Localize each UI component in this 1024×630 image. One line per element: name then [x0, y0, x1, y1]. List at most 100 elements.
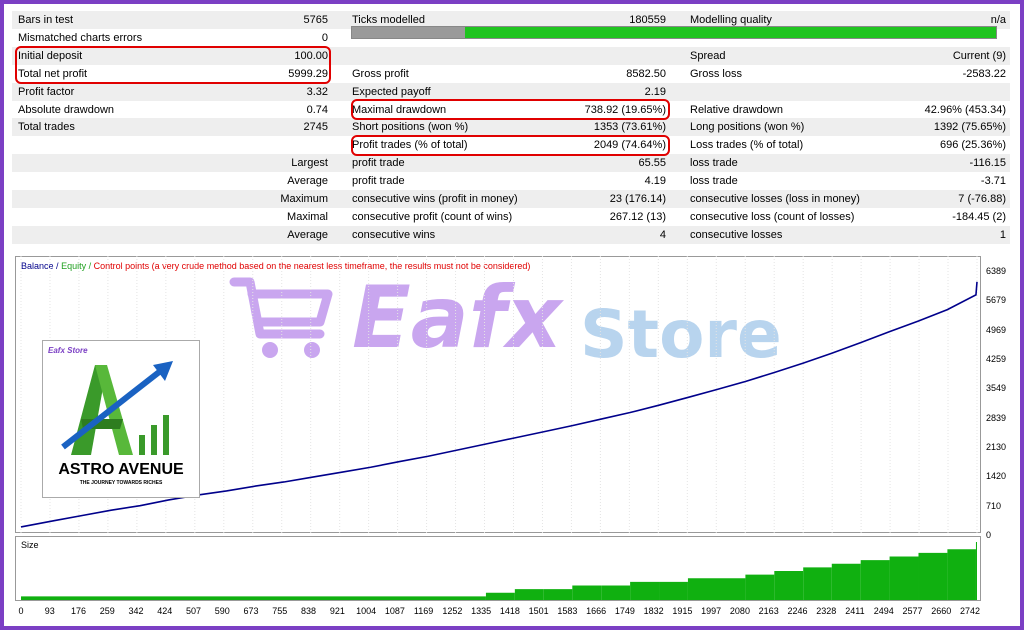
- stat-label: Gross profit: [352, 67, 409, 80]
- x-tick-label: 1832: [643, 606, 664, 616]
- size-histogram: [21, 542, 977, 600]
- stat-label: loss trade: [690, 175, 738, 188]
- stat-value: Average: [287, 228, 328, 241]
- x-tick-label: 590: [214, 606, 230, 616]
- x-tick-label: 1004: [356, 606, 377, 616]
- stat-value: 65.55: [638, 157, 666, 170]
- stat-label: Mismatched charts errors: [18, 31, 143, 44]
- stat-label: Total trades: [18, 121, 75, 134]
- stats-row: Average consecutive wins 4 consecutive loss…: [12, 225, 1010, 244]
- x-tick-label: 1418: [499, 606, 520, 616]
- x-tick-label: 921: [329, 606, 345, 616]
- stat-label: profit trade: [352, 157, 405, 170]
- size-bar: [514, 589, 544, 600]
- x-tick-label: 1252: [442, 606, 463, 616]
- stat-value: 0: [321, 31, 328, 44]
- x-tick-label: 1087: [384, 606, 405, 616]
- size-bar: [745, 574, 775, 600]
- x-tick-label: 176: [70, 606, 87, 616]
- stat-value: 42.96% (453.34): [924, 103, 1006, 116]
- stat-label: consecutive losses (loss in money): [690, 193, 860, 205]
- x-tick-label: 1666: [586, 606, 607, 616]
- y-tick-label: 3549: [986, 383, 1007, 394]
- stats-row: Profit factor 3.32 Expected payoff 2.19: [12, 82, 1010, 101]
- size-bar: [831, 563, 861, 600]
- y-tick-label: 4259: [986, 354, 1007, 364]
- x-tick-label: 507: [186, 606, 202, 616]
- logo-tagline: THE JOURNEY TOWARDS RICHES: [79, 480, 163, 486]
- highlight-deposit-profit: [15, 46, 331, 84]
- stat-value: Maximal: [287, 210, 328, 223]
- y-tick-label: 2130: [986, 442, 1007, 452]
- size-bar: [716, 578, 746, 600]
- stat-label: Modelling quality: [690, 14, 772, 26]
- x-tick-label: 1583: [557, 606, 578, 616]
- x-tick-label: 259: [99, 606, 115, 616]
- x-tick-label: 673: [243, 606, 259, 616]
- size-label: Size: [21, 540, 39, 550]
- x-tick-label: 1501: [528, 606, 549, 616]
- stat-label: Loss trades (% of total): [690, 139, 804, 152]
- stat-value: 0.74: [306, 103, 328, 116]
- highlight-maximal-drawdown: [351, 99, 670, 120]
- logo-brand: Eafx Store: [48, 346, 88, 355]
- x-tick-label: 1997: [701, 606, 722, 616]
- stat-value: n/a: [990, 14, 1006, 26]
- x-tick-label: 2163: [758, 606, 779, 616]
- stat-label: loss trade: [690, 157, 738, 170]
- y-tick-label: 5679: [986, 295, 1007, 306]
- stat-value: 23 (176.14): [609, 193, 666, 205]
- astro-avenue-mark-icon: [61, 361, 173, 455]
- x-tick-label: 2742: [959, 606, 981, 616]
- x-tick-label: 838: [301, 606, 317, 616]
- size-bar: [601, 585, 631, 600]
- size-bar: [659, 581, 688, 600]
- x-tick-label: 342: [128, 606, 144, 616]
- x-tick-label: 1915: [672, 606, 693, 616]
- stat-label: Absolute drawdown: [18, 103, 115, 116]
- x-tick-label: 2577: [902, 606, 923, 616]
- stat-value: -116.15: [969, 157, 1007, 170]
- size-bar: [543, 589, 573, 600]
- size-bar: [485, 592, 515, 600]
- stat-value: 1353 (73.61%): [593, 121, 666, 134]
- x-tick-label: 2328: [816, 606, 837, 616]
- size-bar: [860, 560, 890, 600]
- stats-row: Total trades 2745 Short positions (won %) 1…: [12, 118, 1010, 137]
- stat-value: -184.45 (2): [952, 210, 1006, 223]
- stat-value: Maximum: [280, 193, 328, 205]
- stat-label: consecutive profit (count of wins): [352, 210, 513, 223]
- y-tick-label: 1420: [986, 471, 1007, 482]
- stat-label: Ticks modelled: [352, 14, 425, 26]
- stat-label: consecutive wins (profit in money): [352, 193, 518, 205]
- stat-label: Bars in test: [18, 14, 74, 26]
- x-tick-label: 2411: [845, 606, 865, 616]
- size-bar: [774, 571, 804, 600]
- stat-value: 1392 (75.65%): [933, 121, 1006, 134]
- stat-value: Current (9): [952, 49, 1006, 62]
- stat-value: 180559: [629, 14, 666, 26]
- y-tick-label: 710: [986, 500, 1002, 511]
- y-tick-label: 6389: [986, 266, 1007, 276]
- stat-value: 8582.50: [626, 67, 666, 80]
- x-tick-label: 0: [18, 606, 24, 616]
- stats-row: Maximum consecutive wins (profit in money…: [12, 190, 1010, 208]
- stat-value: 3.32: [306, 85, 328, 98]
- quality-bar-green: [464, 27, 996, 38]
- stat-label: Short positions (won %): [352, 121, 469, 134]
- x-tick-label: 2246: [787, 606, 808, 616]
- size-bar: [630, 581, 660, 600]
- x-tick-label: 424: [157, 606, 173, 616]
- stat-label: Long positions (won %): [690, 121, 805, 134]
- stats-row: Largest profit trade 65.55 loss trade -116.1…: [12, 154, 1010, 173]
- stat-label: consecutive wins: [352, 228, 436, 241]
- modelling-quality-bar: [351, 26, 997, 39]
- x-tick-label: 755: [272, 606, 288, 616]
- stat-label: consecutive loss (count of losses): [690, 210, 855, 223]
- stat-label: consecutive losses: [690, 228, 783, 241]
- size-bar: [889, 556, 919, 600]
- stat-value: 267.12 (13): [609, 210, 666, 223]
- size-bar: [572, 585, 602, 600]
- x-tick-label: 1169: [413, 606, 434, 616]
- stat-label: Gross loss: [690, 67, 742, 80]
